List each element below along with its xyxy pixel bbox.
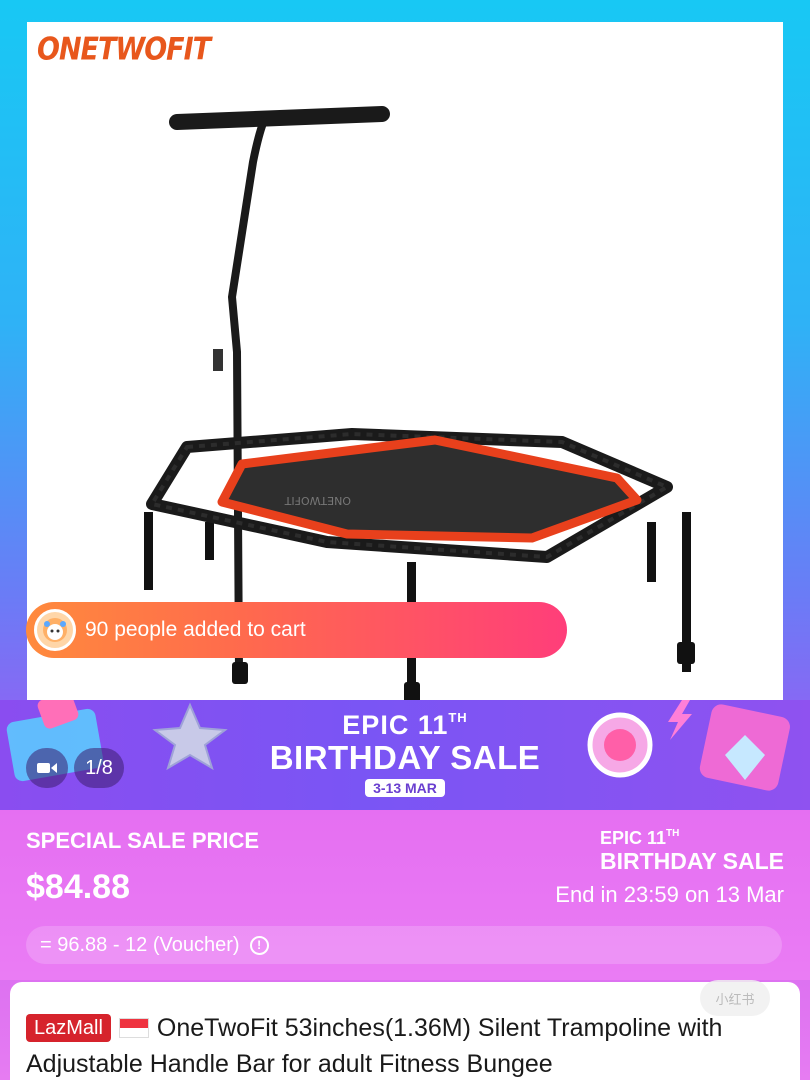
mascot-avatar-icon — [34, 609, 76, 651]
image-counter: 1/8 — [74, 748, 124, 788]
banner-dates: 3-13 MAR — [365, 779, 445, 797]
voucher-text: = 96.88 - 12 (Voucher) — [40, 933, 240, 956]
event-line1: EPIC 11TH — [599, 828, 680, 848]
voucher-breakdown[interactable]: = 96.88 - 12 (Voucher) ! — [26, 926, 782, 964]
video-camera-icon[interactable] — [26, 748, 68, 788]
singapore-flag-icon — [118, 1018, 149, 1038]
info-icon[interactable]: ! — [249, 935, 269, 955]
svg-text:ONETWOFIT: ONETWOFIT — [284, 494, 351, 507]
event-badge: EPIC 11TH BIRTHDAY SALE — [600, 828, 784, 875]
banner-title: EPIC 11TH BIRTHDAY SALE 3-13 MAR — [265, 710, 545, 798]
event-line2: BIRTHDAY SALE — [599, 848, 784, 874]
cart-notice: 90 people added to cart — [26, 602, 567, 658]
lazmall-badge: LazMall — [26, 1014, 111, 1042]
special-sale-label: SPECIAL SALE PRICE — [26, 828, 260, 853]
cart-notice-text: 90 people added to cart — [85, 618, 306, 641]
product-title: LazMall OneTwoFit 53inches(1.36M) Silent … — [26, 1010, 796, 1080]
sale-countdown: End in 23:59 on 13 Mar — [555, 882, 784, 907]
banner-epic: EPIC 11TH — [342, 710, 468, 740]
sale-price: $84.88 — [26, 868, 130, 906]
banner-birthday-sale: BIRTHDAY SALE — [269, 739, 541, 776]
